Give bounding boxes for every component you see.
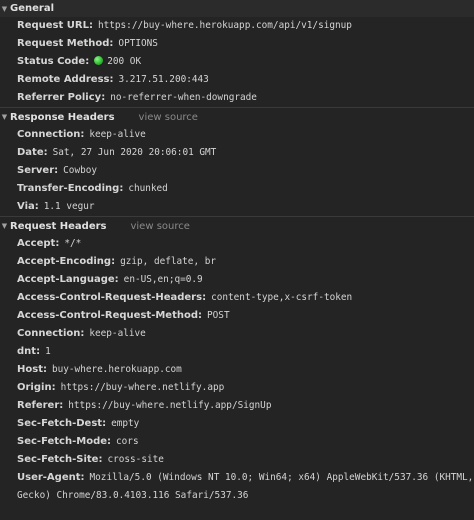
header-value: 3.217.51.200:443	[118, 74, 209, 85]
headers-panel: ▼ General Request URL: https://buy-where.…	[0, 0, 474, 505]
request-row: Connection: keep-alive	[17, 328, 146, 339]
header-value: 1	[45, 346, 51, 357]
general-section-title: General	[10, 3, 54, 14]
response-headers-section: ▼ Response Headers view source Connectio…	[0, 107, 474, 216]
header-value: POST	[207, 310, 230, 321]
header-key: Accept-Language	[17, 274, 115, 285]
triangle-down-icon[interactable]: ▼	[0, 113, 9, 121]
header-key: Sec-Fetch-Mode	[17, 436, 108, 447]
header-value: https://buy-where.netlify.app	[60, 382, 225, 393]
header-key: Access-Control-Request-Headers	[17, 292, 203, 303]
request-row-user-agent-continued: Gecko) Chrome/83.0.4103.116 Safari/537.3…	[0, 487, 474, 505]
general-section-header[interactable]: ▼ General	[0, 0, 474, 17]
general-section: ▼ General Request URL: https://buy-where.…	[0, 0, 474, 107]
request-row: Origin: https://buy-where.netlify.app	[17, 382, 225, 393]
request-row: Sec-Fetch-Dest: empty	[17, 418, 140, 429]
header-key: User-Agent	[17, 472, 81, 483]
request-row: Sec-Fetch-Mode: cors	[17, 436, 139, 447]
request-row: Accept-Encoding: gzip, deflate, br	[17, 256, 217, 267]
header-key: Access-Control-Request-Method	[17, 310, 199, 321]
header-key: Accept	[17, 238, 56, 249]
header-key: Request Method	[17, 38, 110, 49]
header-value: Mozilla/5.0 (Windows NT 10.0; Win64; x64…	[89, 472, 474, 483]
view-source-link[interactable]: view source	[139, 112, 198, 123]
header-key: Server	[17, 165, 55, 176]
triangle-down-icon[interactable]: ▼	[0, 5, 9, 13]
header-key: dnt	[17, 346, 37, 357]
header-key: Transfer-Encoding	[17, 183, 120, 194]
response-row: Date: Sat, 27 Jun 2020 20:06:01 GMT	[17, 147, 217, 158]
request-row: dnt: 1	[17, 346, 51, 357]
response-headers-title: Response Headers	[10, 111, 115, 123]
view-source-link[interactable]: view source	[130, 221, 189, 232]
request-row: Accept-Language: en-US,en;q=0.9	[17, 274, 203, 285]
header-value: cors	[116, 436, 139, 447]
header-key: Referrer Policy	[17, 92, 102, 103]
response-row: Transfer-Encoding: chunked	[17, 183, 168, 194]
triangle-down-icon[interactable]: ▼	[0, 222, 9, 230]
header-key: Host	[17, 364, 43, 375]
header-value: chunked	[128, 183, 168, 194]
header-key: Via	[17, 201, 35, 212]
request-row-user-agent: User-Agent: Mozilla/5.0 (Windows NT 10.0;…	[0, 469, 474, 487]
header-value: OPTIONS	[118, 38, 158, 49]
request-headers-section-header[interactable]: ▼ Request Headers view source	[0, 217, 474, 235]
header-value: 200 OK	[107, 56, 142, 67]
header-value-continued: Gecko) Chrome/83.0.4103.116 Safari/537.3…	[17, 490, 249, 501]
request-row: Access-Control-Request-Method: POST	[17, 310, 230, 321]
header-key: Origin	[17, 382, 52, 393]
response-row: Server: Cowboy	[17, 165, 98, 176]
header-key: Remote Address	[17, 74, 110, 85]
request-row: Host: buy-where.herokuapp.com	[17, 364, 182, 375]
header-key: Sec-Fetch-Dest	[17, 418, 103, 429]
header-value: empty	[111, 418, 140, 429]
request-headers-section: ▼ Request Headers view source Accept: */*…	[0, 216, 474, 505]
request-row: Access-Control-Request-Headers: content-t…	[17, 292, 353, 303]
header-value: keep-alive	[89, 328, 146, 339]
header-value: buy-where.herokuapp.com	[51, 364, 182, 375]
header-value: cross-site	[107, 454, 164, 465]
header-key: Referer	[17, 400, 60, 411]
request-row: Referer: https://buy-where.netlify.app/Si…	[17, 400, 272, 411]
header-key: Connection	[17, 129, 81, 140]
header-value: keep-alive	[89, 129, 146, 140]
header-value: gzip, deflate, br	[120, 256, 217, 267]
header-key: Date	[17, 147, 44, 158]
general-row-referrer-policy: Referrer Policy: no-referrer-when-downgra…	[17, 92, 257, 103]
response-headers-section-header[interactable]: ▼ Response Headers view source	[0, 108, 474, 126]
header-key: Connection	[17, 328, 81, 339]
header-value: */*	[64, 238, 82, 249]
response-row: Via: 1.1 vegur	[17, 201, 95, 212]
header-value: Sat, 27 Jun 2020 20:06:01 GMT	[52, 147, 217, 158]
general-row-request-url: Request URL: https://buy-where.herokuapp.…	[17, 20, 352, 31]
header-key: Accept-Encoding	[17, 256, 112, 267]
header-value: https://buy-where.netlify.app/SignUp	[68, 400, 272, 411]
header-value: https://buy-where.herokuapp.com/api/v1/s…	[97, 20, 352, 31]
response-row: Connection: keep-alive	[17, 129, 146, 140]
request-row: Sec-Fetch-Site: cross-site	[17, 454, 164, 465]
header-value: no-referrer-when-downgrade	[110, 92, 257, 103]
header-key: Status Code	[17, 56, 86, 67]
request-headers-title: Request Headers	[10, 220, 107, 232]
header-key: Request URL	[17, 20, 89, 31]
header-value: Cowboy	[63, 165, 98, 176]
header-value: content-type,x-csrf-token	[211, 292, 353, 303]
request-row: Accept: */*	[17, 238, 82, 249]
status-dot-icon	[94, 56, 104, 65]
header-key: Sec-Fetch-Site	[17, 454, 99, 465]
general-row-request-method: Request Method: OPTIONS	[17, 38, 158, 49]
header-value: en-US,en;q=0.9	[123, 274, 203, 285]
general-row-status-code: Status Code: 200 OK	[17, 56, 142, 67]
general-row-remote-address: Remote Address: 3.217.51.200:443	[17, 74, 209, 85]
header-value: 1.1 vegur	[43, 201, 95, 212]
